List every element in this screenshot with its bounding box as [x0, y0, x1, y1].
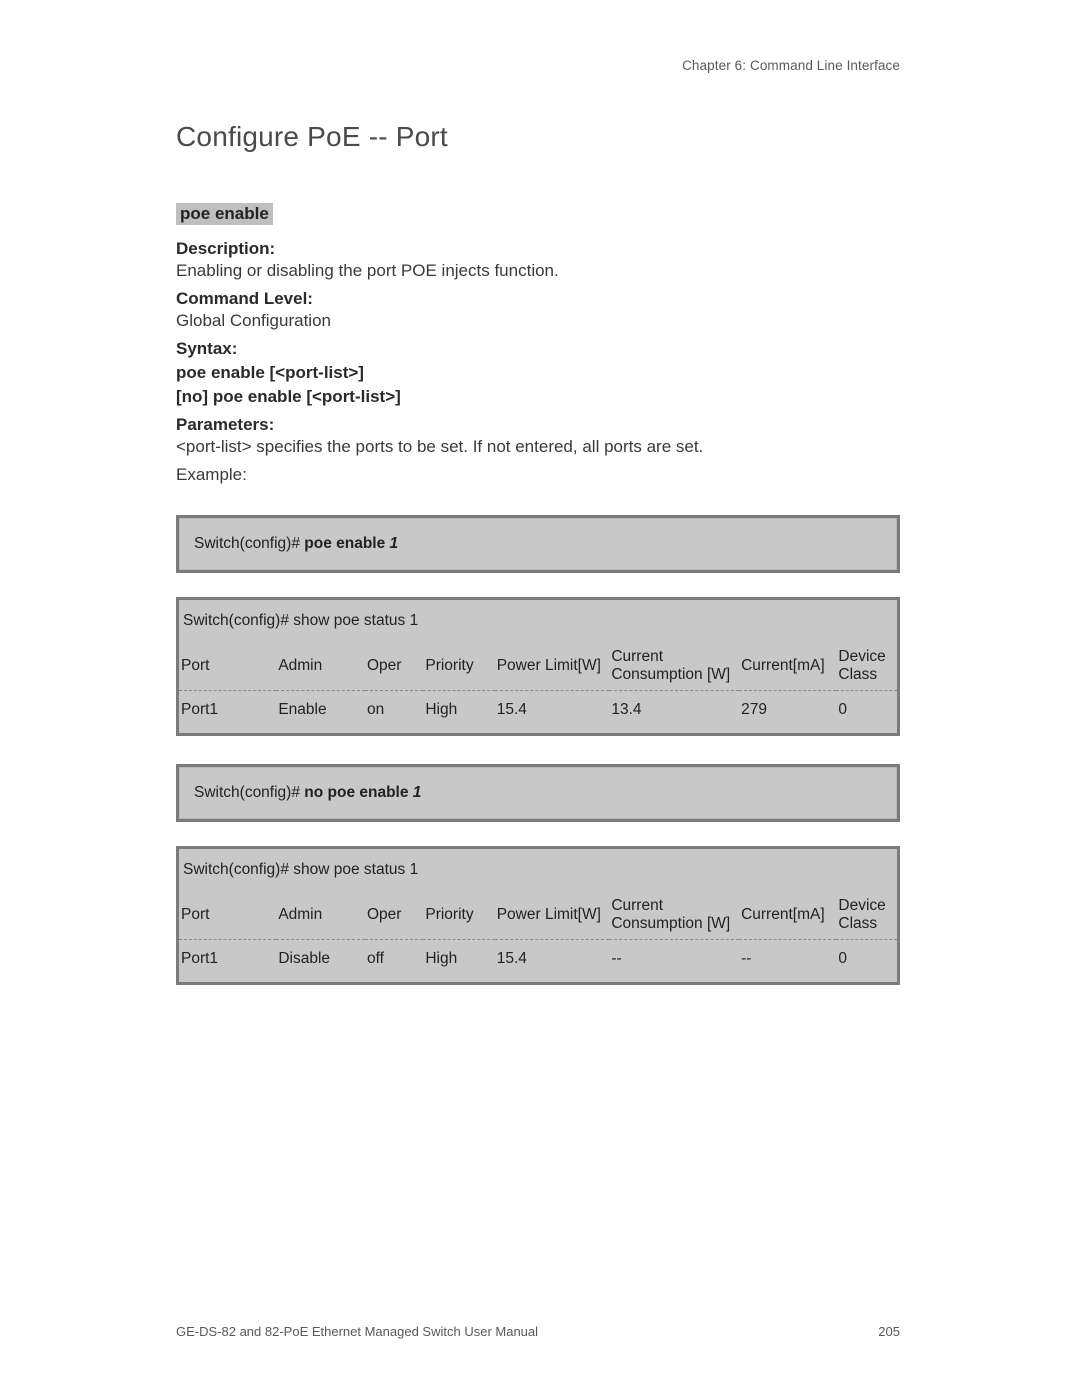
table-cmd-prompt: Switch(config)# show poe status	[183, 612, 410, 629]
col-current-consumption: Current Consumption [W]	[609, 891, 739, 940]
footer-page-number: 205	[878, 1324, 900, 1339]
col-port: Port	[179, 642, 276, 691]
parameters-body: <port-list> specifies the ports to be se…	[176, 437, 900, 457]
cell-current-consumption: 13.4	[609, 691, 739, 734]
cli-cmd: poe enable	[304, 535, 389, 552]
table-cmd-row: Switch(config)# show poe status 1	[179, 849, 897, 891]
col-priority: Priority	[423, 891, 494, 940]
cli-box-disable: Switch(config)# no poe enable 1	[176, 764, 900, 822]
col-device-class: Device Class	[836, 891, 897, 940]
cell-port: Port1	[179, 691, 276, 734]
cell-device-class: 0	[836, 691, 897, 734]
page-title: Configure PoE -- Port	[176, 121, 900, 153]
col-admin: Admin	[276, 642, 365, 691]
cell-device-class: 0	[836, 940, 897, 983]
cli-box-enable-inner: Switch(config)# poe enable 1	[179, 518, 897, 570]
footer: GE-DS-82 and 82-PoE Ethernet Managed Swi…	[176, 1324, 900, 1339]
cell-priority: High	[423, 691, 494, 734]
cell-power-limit: 15.4	[495, 691, 610, 734]
col-current-ma: Current[mA]	[739, 891, 836, 940]
cell-oper: off	[365, 940, 423, 983]
cell-admin: Disable	[276, 940, 365, 983]
label-syntax: Syntax:	[176, 339, 900, 359]
cell-current-ma: 279	[739, 691, 836, 734]
col-priority: Priority	[423, 642, 494, 691]
cli-cmd: no poe enable	[304, 784, 413, 801]
col-device-class: Device Class	[836, 642, 897, 691]
col-oper: Oper	[365, 642, 423, 691]
cli-arg: 1	[413, 784, 422, 801]
chapter-label: Chapter 6: Command Line Interface	[176, 58, 900, 73]
footer-manual: GE-DS-82 and 82-PoE Ethernet Managed Swi…	[176, 1324, 538, 1339]
table-cmd-prompt: Switch(config)# show poe status	[183, 861, 410, 878]
table-cmd-arg: 1	[410, 861, 419, 878]
status-table-enable: Switch(config)# show poe status 1 Port A…	[176, 597, 900, 736]
description-body: Enabling or disabling the port POE injec…	[176, 261, 900, 281]
command-name: poe enable	[176, 203, 273, 225]
table-row: Port1 Disable off High 15.4 -- -- 0	[179, 940, 897, 983]
status-table-disable: Switch(config)# show poe status 1 Port A…	[176, 846, 900, 985]
table-cmd-arg: 1	[410, 612, 419, 629]
table-cmd-row: Switch(config)# show poe status 1	[179, 600, 897, 642]
col-power-limit: Power Limit[W]	[495, 642, 610, 691]
cli-box-enable: Switch(config)# poe enable 1	[176, 515, 900, 573]
cell-port: Port1	[179, 940, 276, 983]
label-parameters: Parameters:	[176, 415, 900, 435]
status-table-disable-inner: Switch(config)# show poe status 1 Port A…	[179, 849, 897, 982]
cell-current-ma: --	[739, 940, 836, 983]
label-command-level: Command Level:	[176, 289, 900, 309]
col-port: Port	[179, 891, 276, 940]
col-oper: Oper	[365, 891, 423, 940]
status-table-enable-inner: Switch(config)# show poe status 1 Port A…	[179, 600, 897, 733]
label-description: Description:	[176, 239, 900, 259]
command-level-body: Global Configuration	[176, 311, 900, 331]
cli-box-disable-inner: Switch(config)# no poe enable 1	[179, 767, 897, 819]
col-power-limit: Power Limit[W]	[495, 891, 610, 940]
table-row: Port1 Enable on High 15.4 13.4 279 0	[179, 691, 897, 734]
syntax-line-2: [no] poe enable [<port-list>]	[176, 387, 900, 407]
col-current-consumption: Current Consumption [W]	[609, 642, 739, 691]
cli-prompt: Switch(config)#	[194, 784, 304, 801]
table-header-row: Port Admin Oper Priority Power Limit[W] …	[179, 891, 897, 940]
col-admin: Admin	[276, 891, 365, 940]
cell-oper: on	[365, 691, 423, 734]
cell-power-limit: 15.4	[495, 940, 610, 983]
cell-admin: Enable	[276, 691, 365, 734]
example-label: Example:	[176, 465, 900, 485]
cli-arg: 1	[390, 535, 399, 552]
cli-prompt: Switch(config)#	[194, 535, 304, 552]
syntax-line-1: poe enable [<port-list>]	[176, 363, 900, 383]
col-current-ma: Current[mA]	[739, 642, 836, 691]
table-header-row: Port Admin Oper Priority Power Limit[W] …	[179, 642, 897, 691]
cell-current-consumption: --	[609, 940, 739, 983]
cell-priority: High	[423, 940, 494, 983]
page: Chapter 6: Command Line Interface Config…	[0, 0, 1080, 1397]
